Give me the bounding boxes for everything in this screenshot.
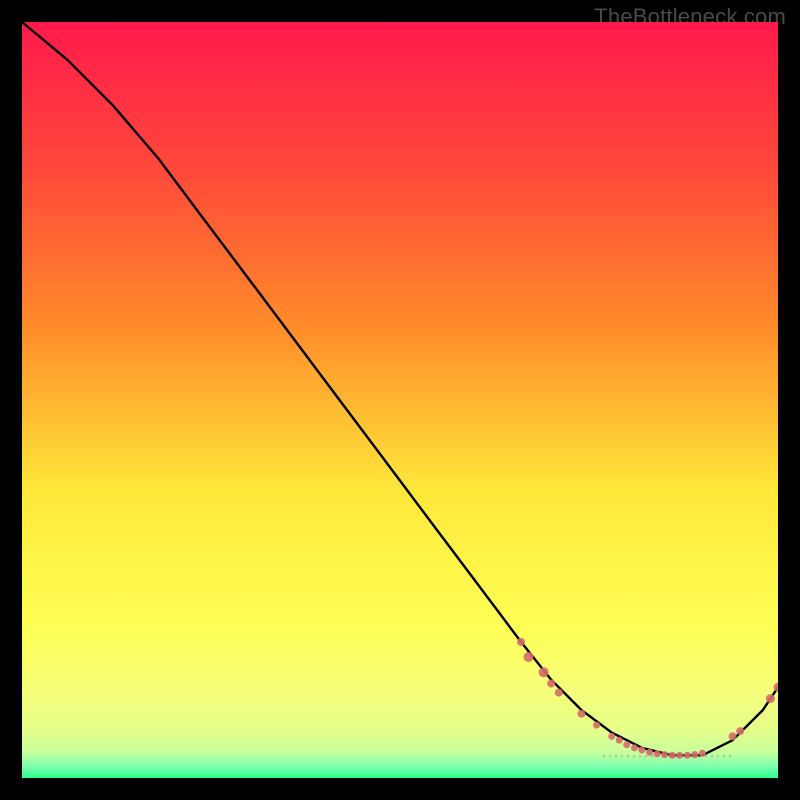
annotation-dot bbox=[609, 755, 611, 757]
data-point-marker bbox=[517, 638, 525, 646]
annotation-dot bbox=[699, 755, 701, 757]
chart-plot-area bbox=[22, 22, 778, 778]
data-point-marker bbox=[638, 747, 645, 754]
annotation-dot bbox=[717, 755, 719, 757]
annotation-dot bbox=[693, 755, 695, 757]
data-point-marker bbox=[616, 737, 623, 744]
annotation-dot bbox=[687, 755, 689, 757]
annotation-dot bbox=[723, 755, 725, 757]
chart-frame: TheBottleneck.com bbox=[0, 0, 800, 800]
data-point-marker bbox=[729, 732, 737, 740]
annotation-dot bbox=[627, 755, 629, 757]
data-point-marker bbox=[646, 749, 653, 756]
data-point-marker bbox=[593, 722, 600, 729]
annotation-dot bbox=[663, 755, 665, 757]
data-point-marker bbox=[654, 750, 661, 757]
annotation-dot bbox=[681, 755, 683, 757]
data-point-marker bbox=[524, 652, 534, 662]
annotation-dot bbox=[651, 755, 653, 757]
annotation-dot bbox=[621, 755, 623, 757]
data-point-marker bbox=[547, 680, 555, 688]
data-point-marker bbox=[766, 694, 775, 703]
data-point-marker bbox=[577, 710, 585, 718]
data-point-marker bbox=[623, 741, 630, 748]
annotation-dot bbox=[603, 755, 605, 757]
annotation-dot bbox=[639, 755, 641, 757]
annotation-dot bbox=[657, 755, 659, 757]
data-point-marker bbox=[539, 667, 549, 677]
annotation-dot bbox=[669, 755, 671, 757]
annotation-dot bbox=[729, 755, 731, 757]
annotation-dot bbox=[675, 755, 677, 757]
gradient-background bbox=[22, 22, 778, 778]
chart-svg bbox=[22, 22, 778, 778]
data-point-marker bbox=[631, 744, 638, 751]
annotation-dot bbox=[645, 755, 647, 757]
data-point-marker bbox=[608, 733, 615, 740]
annotation-dot bbox=[633, 755, 635, 757]
data-point-marker bbox=[684, 752, 691, 759]
annotation-dot bbox=[615, 755, 617, 757]
annotation-dot bbox=[705, 755, 707, 757]
data-point-marker bbox=[736, 727, 744, 735]
data-point-marker bbox=[555, 689, 563, 697]
annotation-dot bbox=[711, 755, 713, 757]
